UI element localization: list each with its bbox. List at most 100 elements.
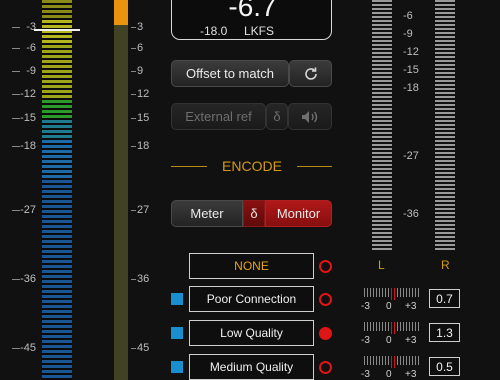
- meter-segment: [42, 40, 72, 43]
- mini-meter-tick: [403, 356, 404, 365]
- channel-meter-segment: [372, 160, 392, 162]
- offset-to-match-button[interactable]: Offset to match: [171, 60, 289, 87]
- channel-meter-segment: [435, 68, 455, 70]
- meter-segment: [42, 60, 72, 63]
- mini-meter-tick: [397, 288, 398, 297]
- quality-item-low-quality[interactable]: Low Quality: [189, 320, 314, 346]
- encode-delta-button[interactable]: δ: [243, 200, 265, 227]
- mini-meter-tick: [412, 322, 413, 331]
- channel-meter-segment: [435, 108, 455, 110]
- external-ref-button[interactable]: External ref: [171, 103, 266, 130]
- channel-meter-segment: [372, 100, 392, 102]
- channel-meter-segment: [372, 32, 392, 34]
- meter-segment: [42, 80, 72, 83]
- meter-segment: [42, 140, 72, 143]
- quality-radio-low[interactable]: [319, 327, 332, 340]
- meter-segment: [42, 55, 72, 58]
- speaker-button[interactable]: [288, 103, 332, 130]
- second-scale-label: 36: [137, 273, 150, 285]
- channel-meter-segment: [372, 196, 392, 198]
- meter-segment: [42, 265, 72, 268]
- channel-meter-segment: [435, 248, 455, 250]
- second-scale-label: 15: [137, 112, 150, 124]
- channel-meter-segment: [435, 216, 455, 218]
- channel-meter-segment: [372, 164, 392, 166]
- mini-meter-tick: [415, 322, 416, 331]
- mini-meter-tick: [400, 322, 401, 331]
- right-channel-meter: [435, 0, 455, 250]
- mini-meter-tick: [406, 322, 407, 331]
- meter-segment: [42, 70, 72, 73]
- channel-meter-segment: [435, 52, 455, 54]
- meter-segment: [42, 15, 72, 18]
- quality-item-label: Low Quality: [220, 326, 283, 340]
- channel-meter-segment: [372, 80, 392, 82]
- channel-meter-segment: [435, 96, 455, 98]
- channel-meter-segment: [372, 172, 392, 174]
- mini-meter-tick: [385, 322, 386, 331]
- meter-segment: [42, 155, 72, 158]
- channel-meter-segment: [372, 144, 392, 146]
- quality-check-poor[interactable]: [171, 293, 183, 305]
- left-scale-label: -9: [26, 65, 36, 77]
- quality-item-label: Poor Connection: [206, 292, 297, 306]
- right-scale-label: -6: [403, 10, 413, 22]
- channel-meter-segment: [435, 236, 455, 238]
- mini-meter-tick: [370, 288, 371, 297]
- channel-meter-segment: [372, 140, 392, 142]
- meter-segment: [42, 10, 72, 13]
- meter-segment: [42, 345, 72, 348]
- quality-item-none[interactable]: NONE: [189, 253, 314, 279]
- meter-segment: [42, 110, 72, 113]
- channel-meter-segment: [372, 84, 392, 86]
- meter-segment: [42, 320, 72, 323]
- quality-radio-medium[interactable]: [319, 361, 332, 374]
- mini-meter-tick: [391, 322, 392, 334]
- scale-tick: [131, 48, 136, 49]
- quality-item-medium-quality[interactable]: Medium Quality: [189, 354, 314, 380]
- channel-meter-segment: [435, 24, 455, 26]
- channel-meter-segment: [372, 104, 392, 106]
- monitor-button[interactable]: Monitor: [265, 200, 332, 227]
- channel-meter-segment: [372, 188, 392, 190]
- meter-segment: [42, 5, 72, 8]
- external-delta-button[interactable]: δ: [266, 103, 288, 130]
- channel-meter-segment: [435, 72, 455, 74]
- quality-radio-none[interactable]: [319, 260, 332, 273]
- mini-meter-tick: [364, 322, 365, 331]
- channel-meter-segment: [435, 184, 455, 186]
- mini-meter-tick: [388, 322, 389, 331]
- quality-check-low[interactable]: [171, 327, 183, 339]
- channel-meter-segment: [435, 232, 455, 234]
- scale-tick: [12, 348, 20, 349]
- meter-segment: [42, 240, 72, 243]
- meter-button[interactable]: Meter: [171, 200, 243, 227]
- meter-segment: [42, 25, 72, 28]
- meter-segment: [42, 120, 72, 123]
- channel-meter-segment: [435, 228, 455, 230]
- refresh-button[interactable]: [289, 60, 332, 87]
- quality-radio-poor[interactable]: [319, 293, 332, 306]
- meter-segment: [42, 85, 72, 88]
- meter-segment: [42, 225, 72, 228]
- channel-meter-segment: [435, 140, 455, 142]
- mini-meter-tick: [397, 322, 398, 331]
- mini-meter-tick: [394, 288, 395, 300]
- quality-item-poor-connection[interactable]: Poor Connection: [189, 286, 314, 312]
- channel-meter-segment: [435, 212, 455, 214]
- scale-tick: [12, 210, 20, 211]
- quality-check-medium[interactable]: [171, 361, 183, 373]
- channel-meter-segment: [372, 136, 392, 138]
- left-scale-label: -3: [26, 21, 36, 33]
- mini-scale-label: 0: [386, 369, 392, 380]
- channel-meter-segment: [435, 92, 455, 94]
- channel-meter-segment: [435, 8, 455, 10]
- peak-marker: [34, 29, 80, 31]
- channel-meter-segment: [372, 236, 392, 238]
- meter-segment: [42, 65, 72, 68]
- mini-meter-tick: [415, 356, 416, 365]
- meter-segment: [42, 335, 72, 338]
- meter-segment: [42, 370, 72, 373]
- mini-meter-tick: [391, 288, 392, 300]
- mini-meter-tick: [412, 356, 413, 365]
